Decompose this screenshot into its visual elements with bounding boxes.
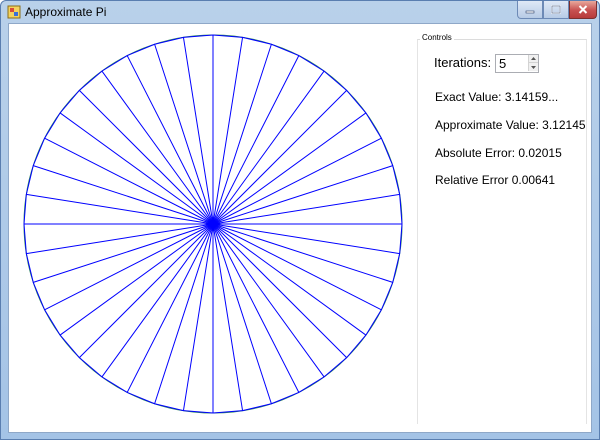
absolute-error-label: Absolute Error: 0.02015 — [435, 146, 562, 160]
spoke-25 — [79, 90, 214, 225]
iterations-spinner[interactable]: 5 — [495, 54, 539, 73]
close-button[interactable] — [569, 1, 597, 19]
spoke-38 — [212, 165, 393, 225]
minimize-icon — [525, 10, 535, 13]
window-title: Approximate Pi — [25, 5, 107, 19]
spoke-2 — [212, 223, 393, 283]
chevron-up-icon — [531, 57, 536, 60]
spoke-24 — [59, 112, 214, 225]
spoke-35 — [212, 90, 347, 225]
spoke-16 — [59, 223, 214, 336]
spoke-4 — [212, 223, 367, 336]
relative-error-label: Relative Error 0.00641 — [435, 173, 556, 187]
close-icon — [578, 5, 588, 14]
maximize-button[interactable] — [543, 1, 569, 19]
iterations-value[interactable]: 5 — [499, 56, 506, 71]
chevron-down-icon — [531, 65, 536, 69]
spoke-12 — [154, 223, 214, 404]
controls-group-label: Controls — [420, 33, 454, 42]
spoke-32 — [212, 44, 272, 225]
spoke-6 — [212, 223, 325, 378]
title-bar[interactable]: Approximate Pi — [1, 1, 599, 23]
pi-approximation-drawing — [23, 34, 403, 414]
spoke-26 — [101, 70, 214, 225]
iterations-label: Iterations: — [434, 55, 492, 70]
spin-up-button[interactable] — [528, 55, 538, 63]
app-icon — [7, 5, 21, 19]
spoke-8 — [212, 223, 272, 404]
spoke-18 — [33, 223, 214, 283]
spoke-5 — [212, 223, 347, 358]
app-window: Approximate Pi Controls Iterations: 5 Ex… — [0, 0, 600, 440]
minimize-button[interactable] — [517, 1, 543, 19]
spoke-36 — [212, 112, 367, 225]
spoke-22 — [33, 165, 214, 225]
maximize-icon — [551, 5, 561, 14]
approximate-value-label: Approximate Value: 3.12145 — [435, 118, 586, 132]
spoke-15 — [79, 223, 214, 358]
spoke-14 — [101, 223, 214, 378]
exact-value-label: Exact Value: 3.14159... — [435, 90, 559, 104]
spoke-34 — [212, 70, 325, 225]
spoke-28 — [154, 44, 214, 225]
spin-down-button[interactable] — [528, 63, 538, 71]
client-area: Controls Iterations: 5 Exact Value: 3.14… — [8, 23, 592, 433]
